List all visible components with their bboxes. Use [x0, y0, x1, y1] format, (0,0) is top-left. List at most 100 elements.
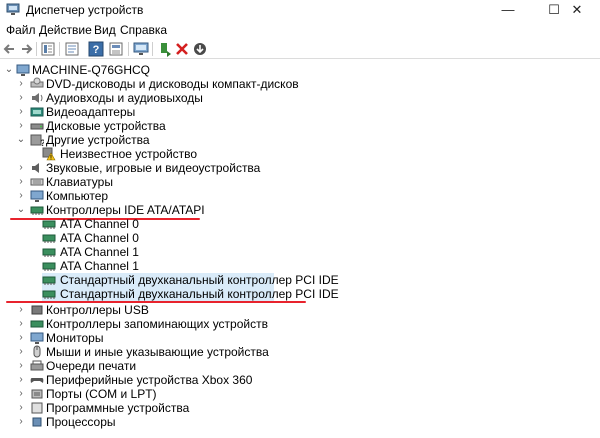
- minimize-button[interactable]: —: [485, 0, 531, 20]
- tree-device-label: ATA Channel 0: [60, 231, 139, 245]
- chevron-right-icon[interactable]: ›: [16, 331, 26, 345]
- chevron-right-icon[interactable]: ›: [16, 119, 26, 133]
- tree-category-label: Клавиатуры: [46, 175, 113, 189]
- dvd-drive-icon: [30, 77, 44, 88]
- menu-view[interactable]: Вид: [94, 23, 116, 37]
- tree-category[interactable]: › Периферийные устройства Xbox 360: [16, 373, 346, 387]
- chevron-right-icon[interactable]: ›: [16, 175, 26, 189]
- disk-drive-icon: [30, 123, 44, 130]
- tree-category[interactable]: › Мыши и иные указывающие устройства: [16, 345, 346, 359]
- device-manager-window: Диспетчер устройств — ☐ ✕ Файл Действие …: [0, 0, 600, 438]
- mouse-icon: [33, 345, 41, 358]
- tree-category[interactable]: › Компьютер: [16, 189, 346, 203]
- device-tree: ⌄ MACHINE-Q76GHCQ › DVD-дисководы и диск…: [0, 61, 600, 438]
- tree-device-label: ATA Channel 1: [60, 259, 139, 273]
- menu-action[interactable]: Действие: [39, 23, 92, 37]
- tree-category[interactable]: › Видеоадаптеры: [16, 105, 346, 119]
- tree-category[interactable]: › Контроллеры запоминающих устройств: [16, 317, 346, 331]
- chevron-right-icon[interactable]: ›: [16, 161, 26, 175]
- scan-hardware-icon[interactable]: [133, 41, 149, 57]
- ide-controller-icon: [42, 290, 56, 299]
- tree-category-label: Контроллеры USB: [46, 303, 149, 317]
- chevron-right-icon[interactable]: ›: [16, 415, 26, 429]
- chevron-right-icon[interactable]: ›: [16, 345, 26, 359]
- uninstall-icon[interactable]: [174, 41, 190, 57]
- tree-device[interactable]: ATA Channel 1: [42, 245, 342, 259]
- help-icon[interactable]: ?: [88, 41, 104, 57]
- chevron-right-icon[interactable]: ›: [16, 359, 26, 373]
- toolbar-separator: [36, 42, 37, 56]
- chevron-right-icon[interactable]: ›: [16, 303, 26, 317]
- tree-category[interactable]: › Аудиовходы и аудиовыходы: [16, 91, 346, 105]
- tree-category[interactable]: › Процессоры: [16, 415, 346, 429]
- tree-device[interactable]: ! Неизвестное устройство: [42, 147, 342, 161]
- chevron-right-icon[interactable]: ›: [16, 373, 26, 387]
- printer-icon: [30, 360, 44, 371]
- tree-category-label: Периферийные устройства Xbox 360: [46, 373, 253, 387]
- software-device-icon: [31, 402, 43, 414]
- svg-text:?: ?: [93, 44, 100, 56]
- tree-category[interactable]: › DVD-дисководы и дисководы компакт-диск…: [16, 77, 346, 91]
- tree-category-label: Звуковые, игровые и видеоустройства: [46, 161, 261, 175]
- menu-file[interactable]: Файл: [6, 23, 36, 37]
- download-icon[interactable]: [192, 41, 208, 57]
- tree-device[interactable]: ATA Channel 0: [42, 217, 342, 231]
- tree-category[interactable]: › Контроллеры USB: [16, 303, 346, 317]
- tree-category[interactable]: ⌄ Контроллеры IDE ATA/ATAPI: [16, 203, 346, 217]
- tree-category[interactable]: › Порты (COM и LPT): [16, 387, 346, 401]
- ide-channel-icon: [42, 262, 56, 271]
- tree-category[interactable]: › Программные устройства: [16, 401, 346, 415]
- chevron-down-icon[interactable]: ⌄: [16, 203, 26, 217]
- tree-device[interactable]: ATA Channel 1: [42, 259, 342, 273]
- chevron-right-icon[interactable]: ›: [16, 189, 26, 203]
- tree-category[interactable]: › Звуковые, игровые и видеоустройства: [16, 161, 346, 175]
- tree-category[interactable]: › Мониторы: [16, 331, 346, 345]
- tree-device-label: Стандартный двухканальный контроллер PCI…: [60, 273, 339, 287]
- keyboard-icon: [30, 178, 44, 186]
- update-driver-icon[interactable]: [157, 41, 173, 57]
- tree-device-selected[interactable]: Стандартный двухканальный контроллер PCI…: [42, 287, 339, 301]
- tree-category[interactable]: › Клавиатуры: [16, 175, 346, 189]
- refresh-icon[interactable]: [64, 41, 80, 57]
- tree-device-selected[interactable]: Стандартный двухканальный контроллер PCI…: [42, 273, 339, 287]
- chevron-right-icon[interactable]: ›: [16, 401, 26, 415]
- monitor-icon: [30, 332, 44, 344]
- menu-bar: Файл Действие Вид Справка: [0, 21, 600, 39]
- tree-category-label: Очереди печати: [46, 359, 137, 373]
- chevron-right-icon[interactable]: ›: [16, 105, 26, 119]
- display-adapter-icon: [30, 107, 44, 117]
- tree-category-label: Процессоры: [46, 415, 116, 429]
- tree-category[interactable]: › Дисковые устройства: [16, 119, 346, 133]
- tree-category-label: Компьютер: [46, 189, 109, 203]
- tree-category-label: Видеоадаптеры: [46, 105, 136, 119]
- gamepad-icon: [30, 378, 44, 383]
- view-icon[interactable]: [108, 41, 124, 57]
- toolbar-separator: [152, 42, 153, 56]
- tree-category-label: Другие устройства: [46, 133, 150, 147]
- port-icon: [31, 389, 43, 399]
- tree-category[interactable]: ⌄ ? Другие устройства: [16, 133, 346, 147]
- tree-device[interactable]: ATA Channel 0: [42, 231, 342, 245]
- menu-help[interactable]: Справка: [120, 23, 167, 37]
- ide-controller-icon: [30, 206, 44, 215]
- unknown-device-warning-icon: !: [42, 147, 56, 161]
- storage-controller-icon: [30, 320, 44, 328]
- close-button[interactable]: ✕: [554, 0, 600, 20]
- chevron-down-icon[interactable]: ⌄: [4, 63, 14, 77]
- properties-icon[interactable]: [40, 41, 56, 57]
- chevron-right-icon[interactable]: ›: [16, 387, 26, 401]
- title-bar: Диспетчер устройств — ☐ ✕: [0, 0, 600, 20]
- chevron-right-icon[interactable]: ›: [16, 77, 26, 91]
- tree-device-label: ATA Channel 1: [60, 245, 139, 259]
- chevron-right-icon[interactable]: ›: [16, 91, 26, 105]
- tree-category-label: Мониторы: [46, 331, 104, 345]
- tree-category[interactable]: › Очереди печати: [16, 359, 346, 373]
- chevron-right-icon[interactable]: ›: [16, 317, 26, 331]
- processor-icon: [32, 417, 42, 427]
- device-manager-app-icon: [6, 3, 20, 15]
- forward-icon[interactable]: [18, 41, 34, 57]
- back-icon[interactable]: [2, 41, 18, 57]
- tree-root[interactable]: ⌄ MACHINE-Q76GHCQ: [4, 63, 204, 77]
- ide-channel-icon: [42, 234, 56, 243]
- chevron-down-icon[interactable]: ⌄: [16, 133, 26, 147]
